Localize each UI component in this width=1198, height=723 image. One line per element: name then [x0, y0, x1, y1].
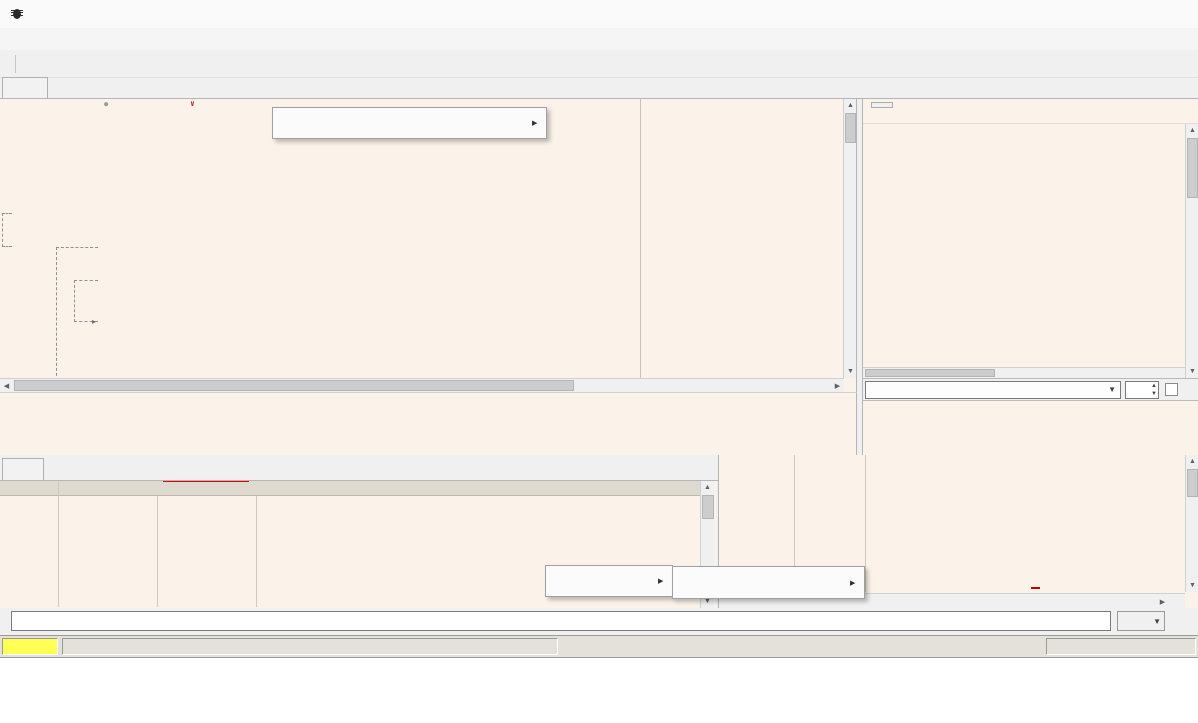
command-input[interactable] — [11, 611, 1111, 631]
clipped-stack-comment-fragment — [1031, 587, 1040, 589]
comment-column-divider — [640, 99, 641, 378]
disassembly-pane[interactable]: ▲▼ ◀▶ — [0, 99, 857, 392]
registers-hscrollbar[interactable] — [863, 367, 1185, 378]
call-arguments-panel[interactable] — [863, 400, 1198, 455]
menu-bar-item[interactable] — [4, 36, 22, 42]
menu-bar — [0, 28, 1198, 50]
jump-flow-line — [74, 280, 98, 322]
status-message — [62, 638, 558, 655]
conditional-jump-marker-icon — [190, 99, 195, 110]
minimize-button[interactable] — [1063, 0, 1108, 28]
x32dbg-window: ▲▼ ◀▶ ▲▼ — [0, 0, 1198, 723]
command-profile-select[interactable]: ▼ — [1117, 611, 1165, 631]
disassembly-hscrollbar[interactable]: ◀▶ — [0, 378, 844, 392]
tab-icon — [15, 81, 30, 95]
view-tab[interactable] — [2, 77, 48, 98]
toolbar — [0, 50, 1198, 78]
debug-time — [1046, 638, 1196, 655]
close-button[interactable] — [1153, 0, 1198, 28]
status-bar — [0, 635, 1198, 657]
registers-pane[interactable]: ▲▼ ▼ ▲▼ — [862, 99, 1198, 455]
command-bar: ▼ — [0, 608, 1198, 634]
view-tab-strip — [0, 78, 1198, 99]
jump-arrow-icon — [92, 318, 96, 326]
toolbar-button[interactable] — [2, 52, 28, 76]
menu-item-icon — [278, 115, 296, 131]
search-scope-submenu — [545, 565, 673, 597]
dump-pointer-bytes — [163, 481, 249, 482]
debug-state-badge — [2, 638, 58, 655]
maximize-button[interactable] — [1108, 0, 1153, 28]
stack-vscrollbar[interactable]: ▲▼ — [1185, 455, 1198, 592]
calling-convention-bar: ▼ ▲▼ — [863, 378, 1198, 400]
dump-tab[interactable] — [2, 458, 44, 480]
disassembly-context-menu — [272, 107, 547, 139]
main-window: ▲▼ ◀▶ ▲▼ — [0, 0, 1198, 658]
app-bug-icon — [10, 7, 24, 21]
disassembly-vscrollbar[interactable]: ▲▼ — [843, 99, 856, 378]
registers-toolbar — [863, 99, 1198, 124]
search-type-submenu — [672, 566, 865, 599]
registers-vscrollbar[interactable]: ▲▼ — [1185, 124, 1198, 378]
dump-tab-strip — [0, 455, 718, 481]
chevron-down-icon: ▼ — [1153, 617, 1161, 626]
stack-row[interactable] — [719, 455, 1185, 466]
unlock-checkbox[interactable] — [1165, 383, 1178, 396]
title-bar — [0, 0, 1198, 28]
chevron-down-icon: ▼ — [1108, 385, 1116, 394]
spinner-arrows-icon: ▲▼ — [1151, 382, 1157, 398]
register-list — [873, 129, 1184, 176]
register-row[interactable] — [873, 164, 1184, 176]
menu-item-icon — [551, 573, 569, 589]
submenu-item[interactable] — [546, 570, 672, 592]
hide-fpu-button[interactable] — [871, 102, 893, 108]
submenu-arrow-icon — [658, 577, 666, 585]
toolbar-separator — [15, 55, 16, 73]
submenu-arrow-icon — [850, 579, 858, 587]
flags-row[interactable] — [873, 141, 1184, 153]
context-menu-item[interactable] — [273, 112, 546, 134]
submenu-item[interactable] — [673, 571, 864, 594]
breakpoint-dot-icon[interactable] — [104, 99, 108, 110]
window-controls — [1063, 0, 1198, 28]
submenu-arrow-icon — [532, 119, 540, 127]
register-row[interactable] — [873, 129, 1184, 141]
jump-flow-stub — [2, 213, 12, 247]
call-argument-row[interactable] — [863, 402, 1198, 413]
calling-convention-select[interactable]: ▼ — [865, 381, 1121, 399]
menu-item-icon — [678, 575, 696, 591]
disassembly-info-panel — [0, 392, 857, 455]
memory-dump-row[interactable] — [0, 481, 700, 492]
dump-tab-icon — [13, 463, 28, 477]
argument-count-stepper[interactable]: ▲▼ — [1125, 381, 1159, 399]
